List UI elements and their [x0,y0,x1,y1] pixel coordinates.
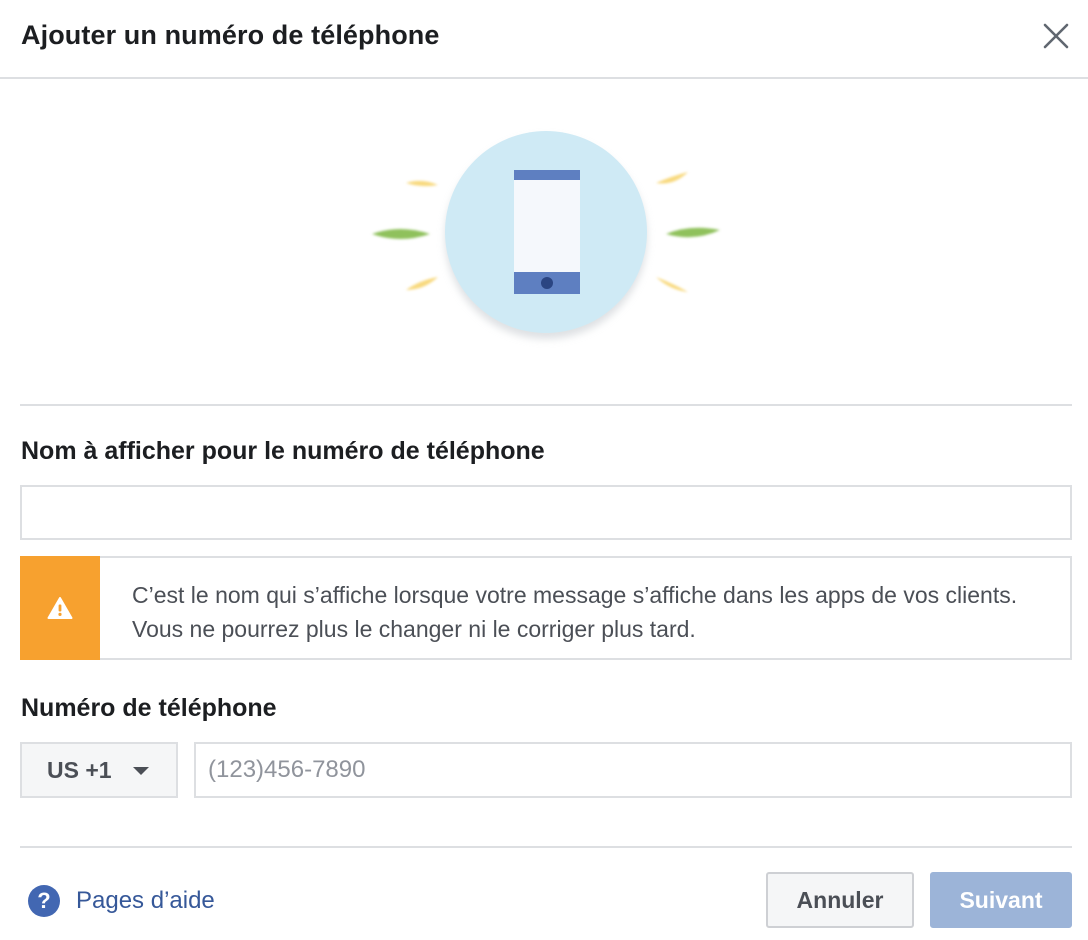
warning-text: C’est le nom qui s’affiche lorsque votre… [132,582,1018,642]
help-pages-link[interactable]: ? Pages d’aide [28,884,215,918]
phone-number-label: Numéro de téléphone [21,694,277,722]
dialog-title: Ajouter un numéro de téléphone [21,20,440,50]
phone-number-input[interactable] [194,742,1072,798]
warning-notice: C’est le nom qui s’affiche lorsque votre… [20,556,1072,660]
caret-down-icon [133,767,149,775]
add-phone-number-dialog: Ajouter un numéro de téléphone Nom à aff… [0,0,1088,940]
country-code-value: US +1 [47,757,112,783]
warning-icon [47,597,73,619]
question-icon: ? [28,885,60,917]
warning-accent-bar [20,556,100,660]
display-name-input[interactable] [20,485,1072,540]
country-code-select[interactable]: US +1 [20,742,178,798]
close-icon [1043,23,1069,49]
footer-divider [20,846,1072,848]
cancel-button[interactable]: Annuler [766,872,914,928]
display-name-label: Nom à afficher pour le numéro de télépho… [21,437,545,465]
dialog-header: Ajouter un numéro de téléphone [0,0,1088,79]
close-button[interactable] [1040,20,1072,52]
smartphone-icon [372,131,720,339]
phone-illustration [360,120,730,350]
help-pages-label: Pages d’aide [76,887,215,914]
section-divider [20,404,1072,406]
next-button[interactable]: Suivant [930,872,1072,928]
